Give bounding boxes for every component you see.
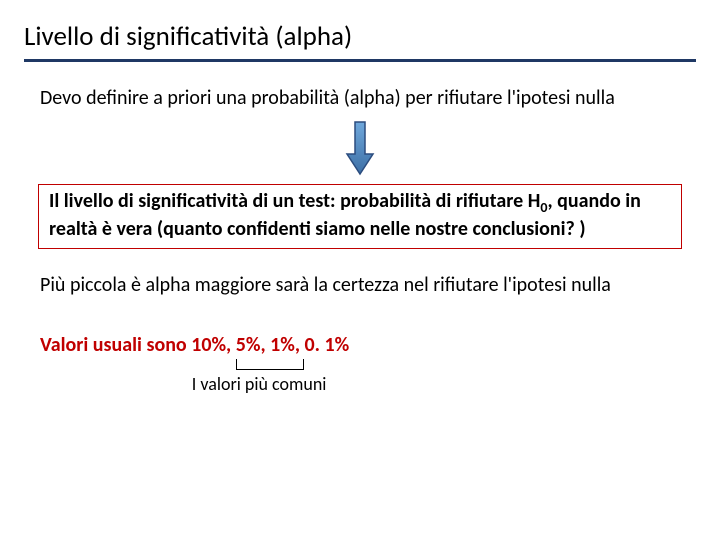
usual-values-c: , 0. 1% — [295, 333, 349, 357]
intro-text: Devo definire a priori una probabilità (… — [40, 86, 696, 110]
usual-values-b: 5%, 1% — [236, 333, 295, 357]
caption-common: I valori più comuni — [192, 373, 327, 395]
slide: Livello di significatività (alpha) Devo … — [0, 0, 720, 540]
arrow-down-icon — [24, 120, 696, 176]
explanation-text: Più piccola è alpha maggiore sarà la cer… — [40, 273, 696, 297]
usual-values-a: Valori usuali sono 10%, — [40, 333, 236, 357]
slide-title: Livello di significatività (alpha) — [24, 20, 696, 62]
bracket-icon — [236, 359, 304, 370]
usual-values-line: Valori usuali sono 10%, 5%, 1%I valori p… — [40, 333, 696, 357]
definition-text-a: Il livello di significatività di un test… — [49, 189, 540, 213]
bracketed-values: 5%, 1%I valori più comuni — [236, 333, 295, 357]
definition-box: Il livello di significatività di un test… — [38, 184, 682, 249]
